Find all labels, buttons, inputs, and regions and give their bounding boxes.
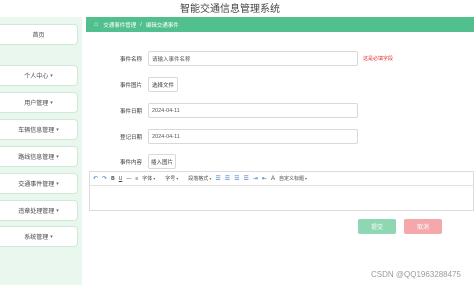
font-family-select[interactable]: 字体 ▾: [142, 175, 155, 182]
top-banner: 智能交通信息管理系统: [0, 0, 474, 16]
dropdown-icon: ▾: [209, 176, 212, 181]
breadcrumb-separator: /: [140, 21, 142, 28]
home-icon[interactable]: ⌂: [94, 21, 98, 28]
sidebar: 首页 个人中心 ▾ 用户管理 ▾ 车辆信息管理 ▾ 路线信息管理 ▾ 交通事件管理 ▾ 违…: [0, 17, 82, 285]
dropdown-icon: ▾: [176, 176, 179, 181]
align-center-icon[interactable]: ☰: [225, 175, 230, 182]
editor-toolbar: ↶ ↷ B U — ≡ 字体 ▾ 字号 ▾ 段落格式 ▾ ☰ ☰ ☰ ☰ ⇥ ⇤ A …: [90, 172, 473, 186]
required-hint: 这是必填字段: [363, 56, 394, 62]
align-justify-icon[interactable]: ☰: [244, 175, 249, 182]
caret-down-icon: ▾: [50, 233, 53, 240]
caret-down-icon: ▾: [50, 72, 53, 79]
sidebar-item-home[interactable]: 首页: [0, 24, 78, 45]
sidebar-item-routes[interactable]: 路线信息管理 ▾: [0, 146, 78, 167]
strikethrough-icon[interactable]: ≡: [135, 176, 138, 182]
breadcrumb-current: 编辑交通事件: [145, 22, 179, 29]
caret-down-icon: ▾: [56, 207, 59, 214]
underline-icon[interactable]: U: [119, 176, 123, 182]
event-image-label: 事件图片: [119, 83, 142, 89]
indent-icon[interactable]: ⇥: [253, 175, 258, 182]
sidebar-item-label: 个人中心: [24, 74, 49, 80]
sidebar-item-label: 首页: [32, 33, 45, 39]
sidebar-item-system[interactable]: 系统管理 ▾: [0, 226, 78, 247]
choose-file-button[interactable]: 选择文件: [148, 77, 178, 92]
breadcrumb: ⌂ 交通事件管理 / 编辑交通事件: [86, 17, 474, 32]
sidebar-item-traffic-events[interactable]: 交通事件管理 ▾: [0, 173, 78, 194]
align-left-icon[interactable]: ☰: [215, 175, 220, 182]
event-name-label: 事件名称: [119, 57, 142, 63]
sidebar-item-label: 违章处理管理: [18, 209, 55, 215]
caret-down-icon: ▾: [56, 180, 59, 187]
event-date-label: 事件日期: [119, 109, 142, 115]
sidebar-item-vehicles[interactable]: 车辆信息管理 ▾: [0, 119, 78, 140]
paragraph-select[interactable]: 段落格式 ▾: [188, 175, 211, 182]
sidebar-item-label: 路线信息管理: [18, 155, 55, 161]
rich-text-editor: ↶ ↷ B U — ≡ 字体 ▾ 字号 ▾ 段落格式 ▾ ☰ ☰ ☰ ☰ ⇥ ⇤ A …: [89, 171, 474, 211]
align-right-icon[interactable]: ☰: [234, 175, 239, 182]
dropdown-icon: ▾: [153, 176, 156, 181]
insert-image-button[interactable]: 插入图片: [148, 154, 176, 169]
sidebar-item-label: 系统管理: [24, 235, 49, 241]
sidebar-item-label: 用户管理: [24, 101, 49, 107]
register-date-label: 登记日期: [119, 135, 142, 141]
dropdown-icon: ▾: [304, 176, 307, 181]
outdent-icon[interactable]: ⇤: [262, 175, 267, 182]
sidebar-item-label: 车辆信息管理: [18, 128, 55, 134]
cancel-button[interactable]: 取消: [404, 219, 442, 234]
custom-title-select[interactable]: 自定义标题 ▾: [279, 175, 307, 182]
undo-icon[interactable]: ↶: [93, 175, 98, 182]
paragraph-label: 段落格式: [188, 176, 209, 182]
sidebar-item-users[interactable]: 用户管理 ▾: [0, 92, 78, 113]
text-color-icon[interactable]: A: [271, 176, 275, 182]
font-size-label: 字号: [165, 176, 176, 182]
submit-button[interactable]: 提交: [358, 219, 396, 234]
sidebar-item-violations[interactable]: 违章处理管理 ▾: [0, 200, 78, 221]
editor-content-area[interactable]: [90, 186, 473, 211]
font-size-select[interactable]: 字号 ▾: [165, 175, 178, 182]
caret-down-icon: ▾: [50, 99, 53, 106]
event-name-input[interactable]: 请输入事件名称: [148, 51, 358, 66]
bold-icon[interactable]: B: [111, 176, 115, 182]
redo-icon[interactable]: ↷: [102, 175, 107, 182]
font-family-label: 字体: [142, 176, 153, 182]
app-title: 智能交通信息管理系统: [180, 4, 280, 15]
event-content-label: 事件内容: [119, 160, 142, 166]
sidebar-item-profile[interactable]: 个人中心 ▾: [0, 65, 78, 86]
sidebar-item-label: 交通事件管理: [18, 182, 55, 188]
breadcrumb-item[interactable]: 交通事件管理: [103, 21, 136, 29]
watermark: CSDN @QQ1963288475: [371, 270, 461, 279]
custom-title-label: 自定义标题: [278, 176, 304, 182]
event-date-input[interactable]: 2024-04-11: [148, 103, 358, 118]
horizontal-rule-icon[interactable]: —: [126, 176, 131, 182]
register-date-input[interactable]: 2024-04-11: [148, 129, 358, 144]
caret-down-icon: ▾: [56, 126, 59, 133]
caret-down-icon: ▾: [56, 153, 59, 160]
